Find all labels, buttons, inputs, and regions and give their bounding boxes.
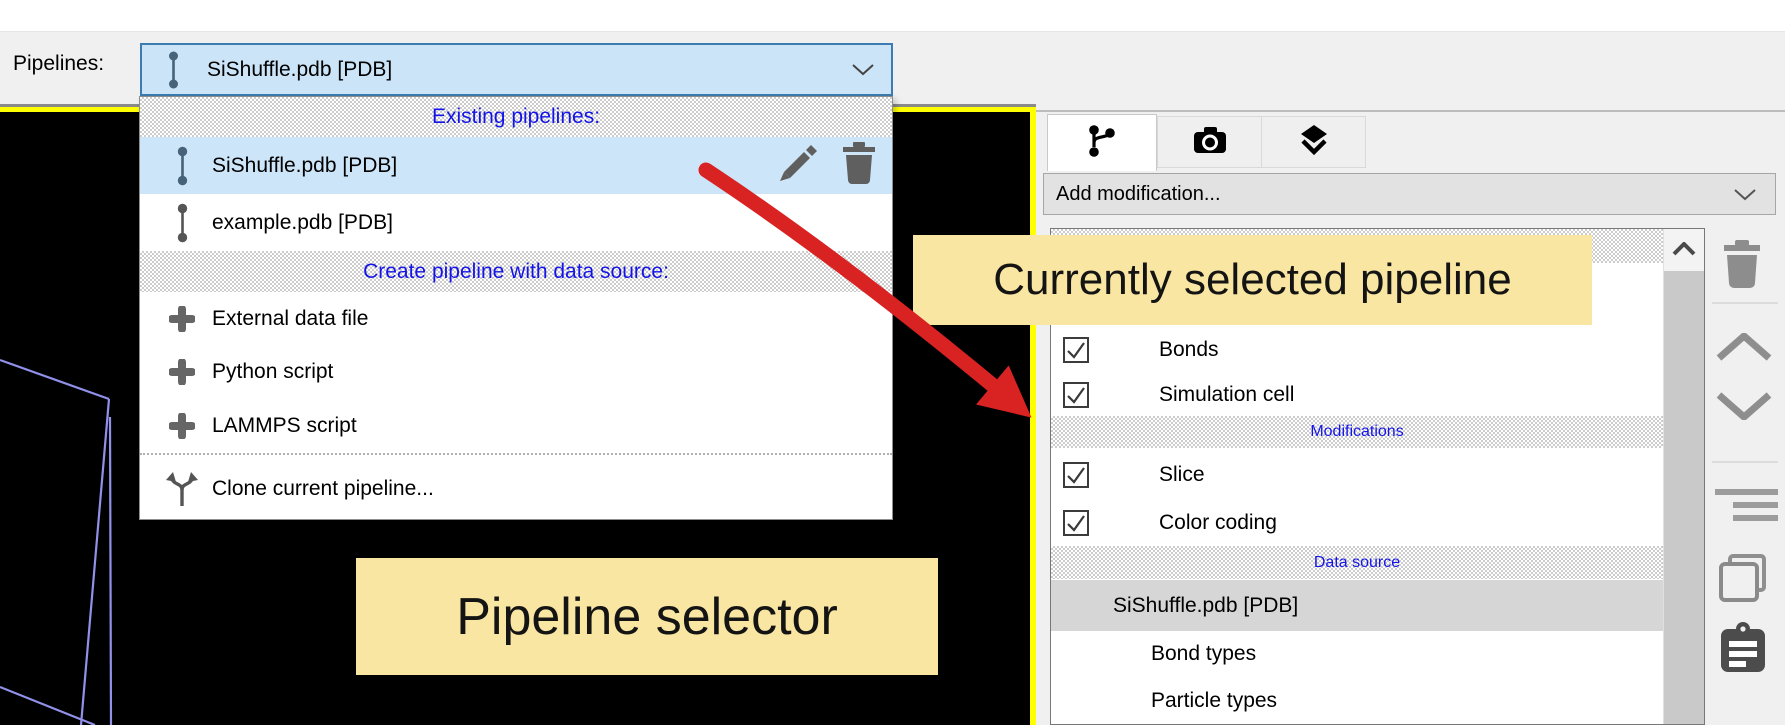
ovito-window: { "window": { "pipelines_label": "Pipeli… <box>0 0 1785 725</box>
visibility-checkbox[interactable] <box>1063 510 1089 536</box>
rename-icon[interactable] <box>776 142 820 190</box>
layers-tab-icon <box>1298 124 1330 161</box>
dropdown-item-label: example.pdb [PDB] <box>212 211 393 235</box>
toggle-state-icon <box>1715 488 1778 527</box>
delete-icon <box>1720 238 1764 293</box>
chevron-down-icon <box>1733 188 1757 201</box>
pipeline-icon <box>162 146 202 186</box>
dropdown-item-label: External data file <box>212 307 368 331</box>
list-item-bond-types[interactable]: Bond types <box>1051 631 1704 677</box>
plus-icon <box>162 359 202 385</box>
dropdown-header-create: Create pipeline with data source: <box>140 251 892 292</box>
list-item-label: Particle types <box>1151 689 1277 713</box>
list-item-label: Slice <box>1159 463 1205 487</box>
dropdown-header-existing: Existing pipelines: <box>140 97 892 137</box>
tab-render[interactable] <box>1157 116 1262 168</box>
toggle-state-button[interactable] <box>1715 488 1778 527</box>
dropdown-item-lammps-script[interactable]: LAMMPS script <box>140 399 892 452</box>
annotation-currently-selected-pipeline: Currently selected pipeline <box>913 235 1592 325</box>
dropdown-item-external-data-file[interactable]: External data file <box>140 292 892 345</box>
list-item-label: Bond types <box>1151 642 1256 666</box>
scrollbar-thumb[interactable] <box>1664 271 1704 724</box>
dropdown-item-label: LAMMPS script <box>212 414 357 438</box>
list-item-label: Color coding <box>1159 511 1277 535</box>
delete-icon[interactable] <box>840 141 878 191</box>
list-item-slice[interactable]: Slice <box>1051 451 1704 499</box>
move-down-button[interactable] <box>1716 392 1772 425</box>
dropdown-item-label: Clone current pipeline... <box>212 477 434 501</box>
paste-icon <box>1720 621 1766 678</box>
list-header-data-source: Data source <box>1051 546 1663 579</box>
visibility-checkbox[interactable] <box>1063 382 1089 408</box>
chevron-down-icon <box>851 63 875 76</box>
copy-pipeline-item-button[interactable] <box>1718 554 1768 607</box>
list-item-simulation-cell[interactable]: Simulation cell <box>1051 373 1704 416</box>
list-header-modifications: Modifications <box>1051 416 1663 448</box>
list-item-particle-types[interactable]: Particle types <box>1051 677 1704 724</box>
dropdown-item-clone-pipeline[interactable]: Clone current pipeline... <box>140 459 892 519</box>
visibility-checkbox[interactable] <box>1063 462 1089 488</box>
move-down-icon <box>1716 392 1772 425</box>
camera-tab-icon <box>1192 126 1228 159</box>
add-modification-combobox[interactable]: Add modification... <box>1043 173 1776 215</box>
clone-icon <box>162 470 202 508</box>
list-scrollbar[interactable] <box>1663 229 1704 724</box>
panel-top-border <box>1036 110 1785 112</box>
dropdown-item-example[interactable]: example.pdb [PDB] <box>140 194 892 251</box>
add-modification-label: Add modification... <box>1056 183 1221 206</box>
dropdown-item-sishuffle[interactable]: SiShuffle.pdb [PDB] <box>140 137 892 194</box>
copy-icon <box>1718 554 1768 607</box>
pipeline-selector-combobox[interactable]: SiShuffle.pdb [PDB] <box>140 43 893 96</box>
toolbar-divider <box>1712 302 1778 304</box>
list-item-bonds[interactable]: Bonds <box>1051 326 1704 373</box>
dropdown-item-label: Python script <box>212 360 333 384</box>
pipeline-icon <box>166 51 181 89</box>
paste-button[interactable] <box>1720 621 1766 678</box>
move-up-icon <box>1716 333 1772 366</box>
dropdown-item-label: SiShuffle.pdb [PDB] <box>212 154 397 178</box>
annotation-pipeline-selector: Pipeline selector <box>356 558 938 675</box>
pipeline-selector-value: SiShuffle.pdb [PDB] <box>207 58 392 82</box>
dropdown-item-python-script[interactable]: Python script <box>140 345 892 399</box>
window-top-strip <box>0 0 1785 32</box>
list-item-label: SiShuffle.pdb [PDB] <box>1113 594 1298 618</box>
pipeline-selector-dropdown: Existing pipelines: SiShuffle.pdb [PDB] … <box>139 96 893 520</box>
plus-icon <box>162 306 202 332</box>
toolbar-divider <box>1712 461 1778 463</box>
move-up-button[interactable] <box>1716 333 1772 366</box>
list-item-label: Simulation cell <box>1159 383 1294 407</box>
pipeline-tab-icon <box>1086 124 1118 163</box>
list-item-label: Bonds <box>1159 338 1219 362</box>
pipelines-label: Pipelines: <box>13 52 104 76</box>
list-item-data-source-file[interactable]: SiShuffle.pdb [PDB] <box>1051 580 1663 631</box>
tab-pipeline[interactable] <box>1047 114 1157 171</box>
delete-modifier-button[interactable] <box>1720 238 1764 293</box>
scrollbar-up-button[interactable] <box>1664 229 1704 269</box>
list-item-color-coding[interactable]: Color coding <box>1051 499 1704 546</box>
tab-overlays[interactable] <box>1262 116 1366 168</box>
pipeline-icon <box>162 203 202 243</box>
plus-icon <box>162 413 202 439</box>
visibility-checkbox[interactable] <box>1063 337 1089 363</box>
